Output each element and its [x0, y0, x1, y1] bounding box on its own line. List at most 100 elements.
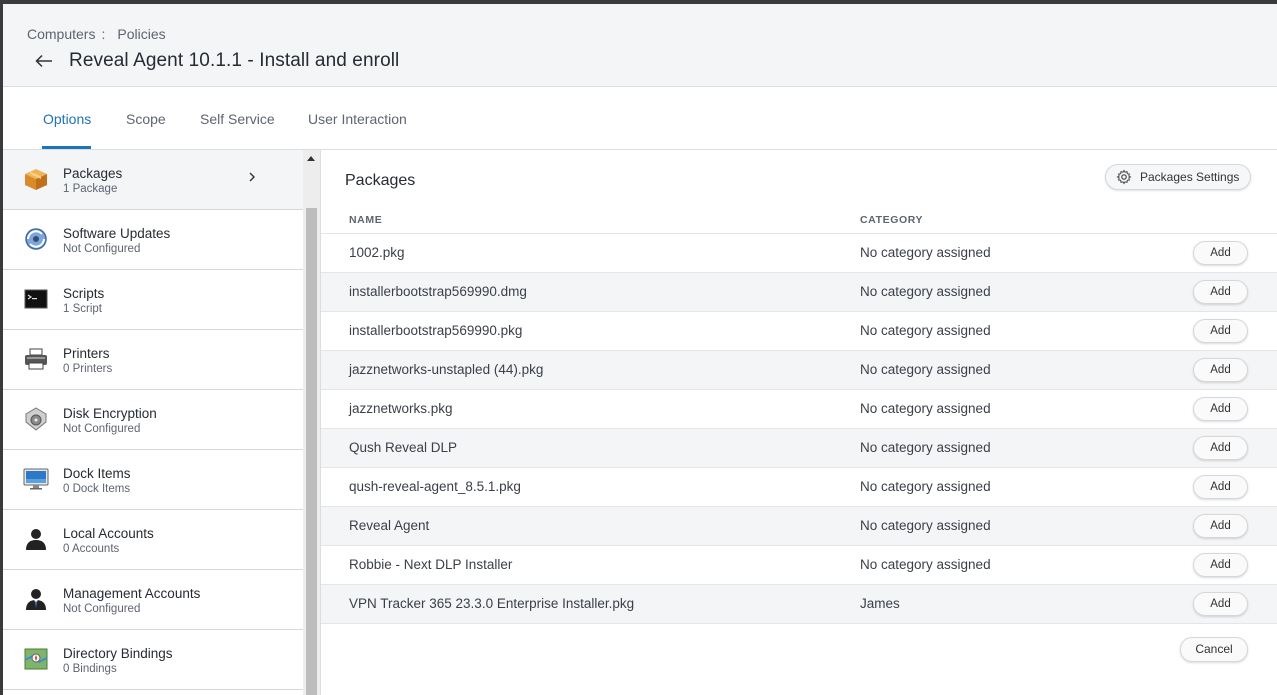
table-row: installerbootstrap569990.dmg No category …	[321, 272, 1277, 311]
breadcrumb-computers[interactable]: Computers	[27, 26, 95, 42]
packages-settings-button[interactable]: Packages Settings	[1105, 164, 1251, 190]
sidebar-item-title: Dock Items	[63, 466, 131, 481]
sidebar-item-subtitle: 1 Package	[63, 183, 118, 195]
add-package-button[interactable]: Add	[1193, 553, 1248, 577]
sidebar-item-local-accounts[interactable]: Local Accounts 0 Accounts	[3, 510, 303, 570]
printer-icon	[23, 346, 49, 372]
table-row: qush-reveal-agent_8.5.1.pkg No category a…	[321, 467, 1277, 506]
packages-panel: Packages Packages Settings NAME CATEGORY…	[321, 150, 1277, 695]
add-package-button[interactable]: Add	[1193, 397, 1248, 421]
app-window: Computers : Policies Reveal Agent 10.1.1…	[3, 4, 1277, 695]
sidebar-item-subtitle: Not Configured	[63, 243, 141, 255]
add-package-button[interactable]: Add	[1193, 358, 1248, 382]
sidebar-item-scripts[interactable]: Scripts 1 Script	[3, 270, 303, 330]
sidebar-item-packages[interactable]: Packages 1 Package	[3, 150, 303, 210]
sidebar-item-subtitle: Not Configured	[63, 423, 141, 435]
tab-bar: Options Scope Self Service User Interact…	[3, 87, 1277, 150]
sidebar-item-title: Scripts	[63, 286, 105, 301]
package-category: No category assigned	[860, 362, 991, 377]
tab-user-interaction[interactable]: User Interaction	[308, 111, 407, 127]
sidebar-item-printers[interactable]: Printers 0 Printers	[3, 330, 303, 390]
breadcrumb-separator: :	[101, 26, 106, 42]
package-name: Reveal Agent	[349, 518, 430, 533]
packages-settings-label: Packages Settings	[1140, 170, 1240, 184]
section-title: Packages	[345, 172, 416, 189]
disk-lock-icon	[23, 406, 49, 432]
monitor-icon	[23, 466, 49, 492]
sidebar-item-title: Management Accounts	[63, 586, 201, 601]
gear-icon	[1116, 169, 1132, 185]
sidebar-item-title: Packages	[63, 166, 123, 181]
column-header-category: CATEGORY	[860, 214, 924, 226]
sidebar-item-title: Local Accounts	[63, 526, 154, 541]
sidebar-item-title: Printers	[63, 346, 110, 361]
package-name: VPN Tracker 365 23.3.0 Enterprise Instal…	[349, 596, 635, 611]
sidebar-item-title: Directory Bindings	[63, 646, 173, 661]
terminal-icon	[23, 286, 49, 312]
sidebar-item-disk-encryption[interactable]: Disk Encryption Not Configured	[3, 390, 303, 450]
scrollbar-thumb[interactable]	[306, 208, 317, 695]
user-silhouette-icon	[23, 526, 49, 552]
directory-map-icon	[23, 646, 49, 672]
add-package-button[interactable]: Add	[1193, 475, 1248, 499]
sidebar-item-software-updates[interactable]: Software Updates Not Configured	[3, 210, 303, 270]
table-row: 1002.pkg No category assigned Add	[321, 233, 1277, 272]
add-package-button[interactable]: Add	[1193, 514, 1248, 538]
scroll-up-arrow-icon[interactable]	[307, 156, 315, 161]
table-row: installerbootstrap569990.pkg No category …	[321, 311, 1277, 350]
package-category: No category assigned	[860, 440, 991, 455]
package-name: installerbootstrap569990.dmg	[349, 284, 527, 299]
sidebar-item-subtitle: 0 Bindings	[63, 663, 117, 675]
sidebar-item-title: Disk Encryption	[63, 406, 157, 421]
package-category: No category assigned	[860, 284, 991, 299]
add-package-button[interactable]: Add	[1193, 592, 1248, 616]
sidebar-item-subtitle: 0 Dock Items	[63, 483, 131, 495]
software-update-globe-icon	[23, 226, 49, 252]
sidebar-item-subtitle: 1 Script	[63, 303, 102, 315]
table-row: VPN Tracker 365 23.3.0 Enterprise Instal…	[321, 584, 1277, 623]
sidebar-item-subtitle: 0 Accounts	[63, 543, 120, 555]
chevron-right-icon	[246, 170, 258, 184]
table-row: jazznetworks-unstapled (44).pkg No catego…	[321, 350, 1277, 389]
column-header-name: NAME	[349, 214, 383, 226]
package-category: No category assigned	[860, 557, 991, 572]
package-category: No category assigned	[860, 518, 991, 533]
add-package-button[interactable]: Add	[1193, 241, 1248, 265]
table-bottom-border	[321, 623, 1277, 624]
tab-self-service[interactable]: Self Service	[200, 111, 275, 127]
tab-options[interactable]: Options	[43, 111, 91, 127]
sidebar-item-subtitle: Not Configured	[63, 603, 141, 615]
package-name: jazznetworks-unstapled (44).pkg	[349, 362, 544, 377]
package-category: No category assigned	[860, 323, 991, 338]
breadcrumb-policies[interactable]: Policies	[117, 26, 165, 42]
package-name: installerbootstrap569990.pkg	[349, 323, 523, 338]
table-row: Robbie - Next DLP Installer No category a…	[321, 545, 1277, 584]
add-package-button[interactable]: Add	[1193, 436, 1248, 460]
sidebar-item-title: Software Updates	[63, 226, 171, 241]
add-package-button[interactable]: Add	[1193, 280, 1248, 304]
package-category: James	[860, 596, 900, 611]
sidebar-item-dock-items[interactable]: Dock Items 0 Dock Items	[3, 450, 303, 510]
package-name: jazznetworks.pkg	[349, 401, 453, 416]
sidebar-item-subtitle: 0 Printers	[63, 363, 113, 375]
package-category: No category assigned	[860, 479, 991, 494]
package-category: No category assigned	[860, 401, 991, 416]
sidebar-item-management-accounts[interactable]: Management Accounts Not Configured	[3, 570, 303, 630]
add-package-button[interactable]: Add	[1193, 319, 1248, 343]
sidebar-scrollbar[interactable]	[303, 150, 320, 695]
table-row: Qush Reveal DLP No category assigned Add	[321, 428, 1277, 467]
package-name: Qush Reveal DLP	[349, 440, 458, 455]
tab-scope[interactable]: Scope	[126, 111, 166, 127]
admin-user-icon	[23, 586, 49, 612]
package-name: 1002.pkg	[349, 245, 405, 260]
package-category: No category assigned	[860, 245, 991, 260]
sidebar: Packages 1 Package Software Updates Not …	[3, 150, 303, 695]
back-arrow-icon[interactable]	[33, 50, 55, 72]
sidebar-item-directory-bindings[interactable]: Directory Bindings 0 Bindings	[3, 630, 303, 690]
page-header: Computers : Policies Reveal Agent 10.1.1…	[3, 4, 1277, 87]
package-box-icon	[23, 166, 49, 192]
package-name: Robbie - Next DLP Installer	[349, 557, 513, 572]
cancel-button[interactable]: Cancel	[1180, 637, 1248, 662]
package-name: qush-reveal-agent_8.5.1.pkg	[349, 479, 521, 494]
breadcrumb: Computers : Policies	[27, 26, 166, 42]
